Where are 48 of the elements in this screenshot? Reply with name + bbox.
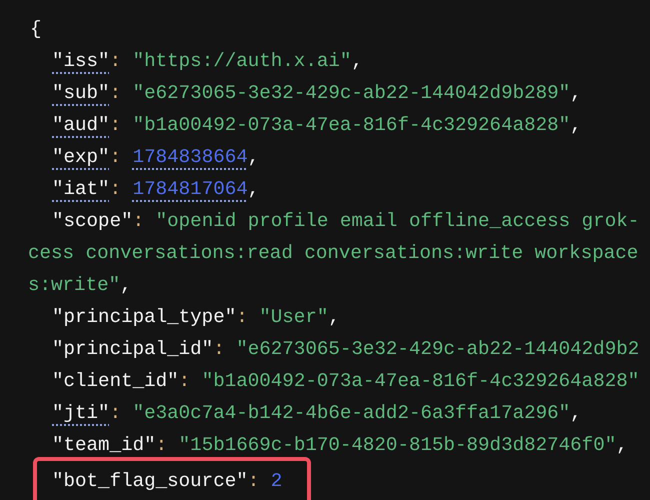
brace: { (30, 17, 42, 42)
json-key: "exp" (52, 141, 110, 173)
comma-punctuation: , (616, 433, 628, 458)
json-key: "scope" (52, 205, 133, 237)
string-value: s:write" (28, 273, 120, 298)
colon-punctuation: : (132, 209, 144, 234)
colon-punctuation: : (156, 433, 168, 458)
comma-punctuation: , (570, 81, 582, 106)
colon-punctuation: : (110, 401, 122, 426)
comma-punctuation: , (570, 401, 582, 426)
string-value: "openid profile email offline_access grok- (156, 209, 640, 234)
comma-punctuation: , (248, 145, 260, 170)
string-value: "e6273065-3e32-429c-ab22-144042d9b289" (132, 81, 570, 106)
comma-punctuation: , (570, 113, 582, 138)
string-value: "e3a0c7a4-b142-4b6e-add2-6a3ffa17a296" (132, 401, 570, 426)
colon-punctuation: : (213, 337, 225, 362)
number-value: 2 (270, 469, 282, 494)
string-value: "https://auth.x.ai" (132, 49, 352, 74)
colon-punctuation: : (248, 469, 260, 494)
json-key: "principal_id" (52, 333, 214, 365)
json-key: "bot_flag_source" (52, 465, 248, 500)
string-value: "15b1669c-b170-4820-815b-89d3d82746f0" (178, 433, 616, 458)
number-value: 1784838664 (132, 145, 248, 170)
comma-punctuation: , (328, 305, 340, 330)
json-key: "jti" (52, 397, 110, 429)
colon-punctuation: : (110, 49, 122, 74)
json-key: "team_id" (52, 429, 156, 461)
colon-punctuation: : (236, 305, 248, 330)
comma-punctuation: , (120, 273, 132, 298)
colon-punctuation: : (110, 145, 122, 170)
string-value: "e6273065-3e32-429c-ab22-144042d9b2 (236, 337, 640, 362)
colon-punctuation: : (110, 177, 122, 202)
string-value: "b1a00492-073a-47ea-816f-4c329264a828" (202, 369, 640, 394)
string-value: cess conversations:read conversations:write workspace (28, 241, 638, 266)
colon-punctuation: : (110, 81, 122, 106)
colon-punctuation: : (178, 369, 190, 394)
string-value: "User" (259, 305, 328, 330)
colon-punctuation: : (110, 113, 122, 138)
json-key: "sub" (52, 77, 110, 109)
string-value: "b1a00492-073a-47ea-816f-4c329264a828" (132, 113, 570, 138)
number-value: 1784817064 (132, 177, 248, 202)
json-key: "iss" (52, 45, 110, 77)
json-key: "iat" (52, 173, 110, 205)
json-key: "client_id" (52, 365, 179, 397)
json-key: "principal_type" (52, 301, 236, 333)
comma-punctuation: , (248, 177, 260, 202)
comma-punctuation: , (351, 49, 363, 74)
json-key: "aud" (52, 109, 110, 141)
